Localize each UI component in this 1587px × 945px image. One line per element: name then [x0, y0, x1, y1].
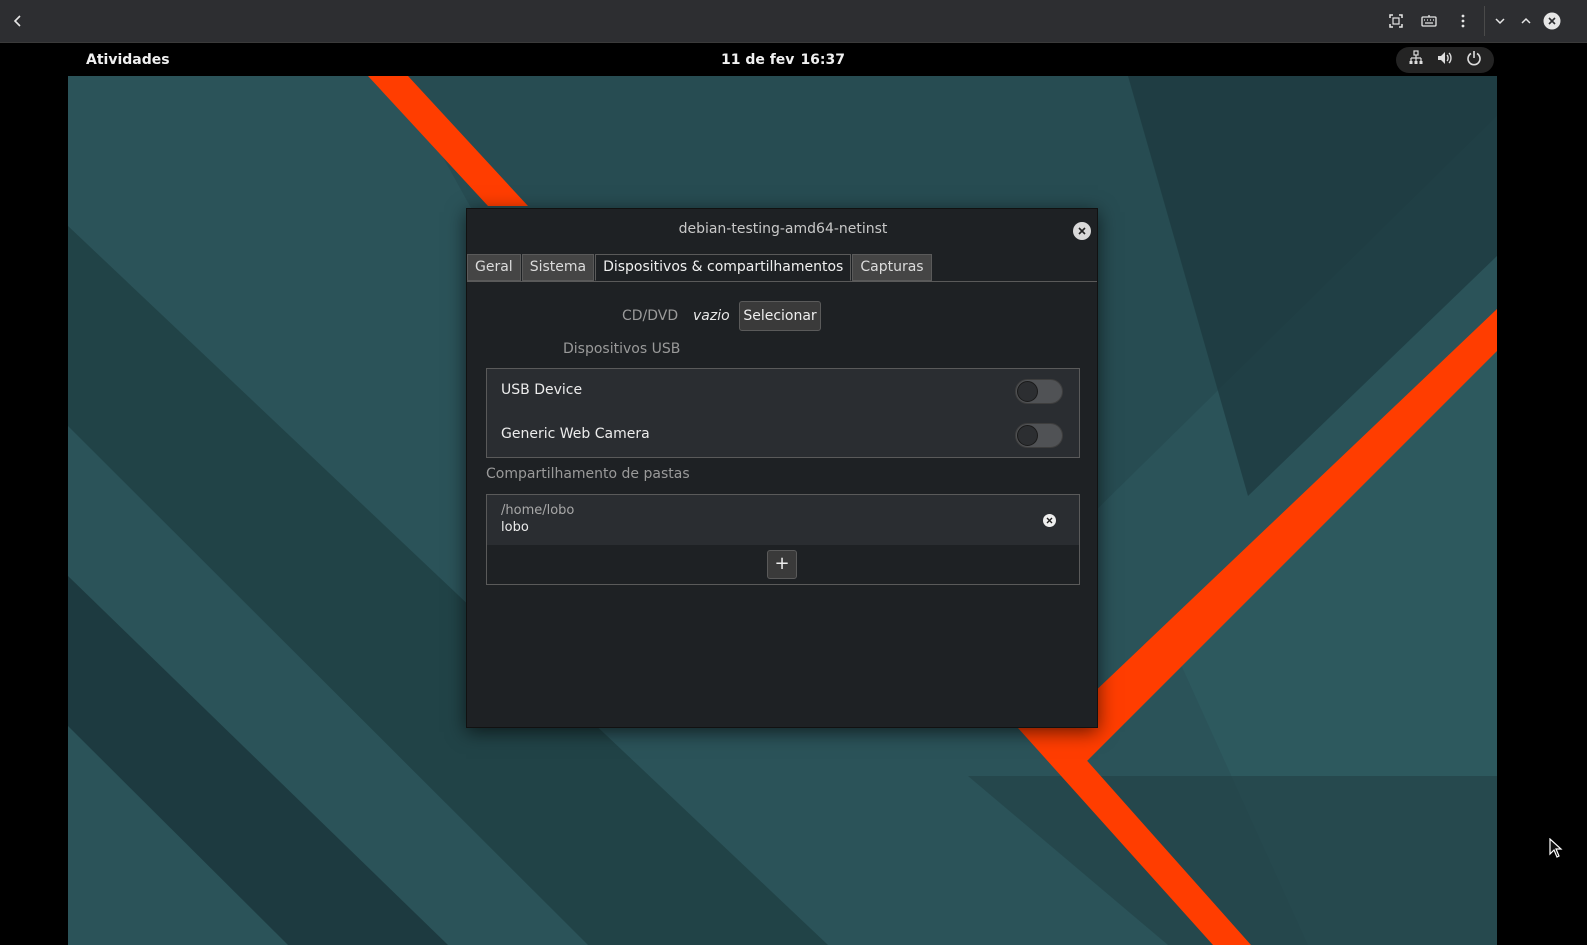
shared-folder-path: /home/lobo [501, 503, 575, 518]
webcam-toggle[interactable] [1015, 423, 1063, 448]
clock-date: 11 de fev [720, 52, 795, 68]
separator [1484, 6, 1485, 36]
gnome-top-bar: Atividades 11 de fev 16:37 [0, 44, 1587, 76]
volume-icon [1436, 50, 1454, 70]
usb-device-row: Generic Web Camera [487, 413, 1079, 457]
chevron-up-icon[interactable] [1513, 8, 1539, 34]
fullscreen-icon[interactable] [1383, 8, 1409, 34]
clock-time: 16:37 [800, 52, 846, 68]
dialog-title: debian-testing-amd64-netinst [678, 221, 888, 237]
clock[interactable]: 11 de fev 16:37 [0, 52, 1566, 68]
kebab-menu-icon[interactable] [1450, 8, 1476, 34]
cd-dvd-label: CD/DVD [622, 308, 679, 324]
tab-sistema[interactable]: Sistema [521, 254, 595, 281]
add-folder-button[interactable]: + [767, 550, 797, 579]
system-tray[interactable] [1396, 47, 1494, 73]
tab-bar: Geral Sistema Dispositivos & compartilha… [467, 254, 933, 282]
close-icon[interactable] [1539, 8, 1565, 34]
select-cd-button[interactable]: Selecionar [739, 301, 821, 331]
shared-folder-row[interactable]: /home/lobo lobo [487, 495, 1079, 545]
tab-capturas[interactable]: Capturas [852, 254, 932, 281]
close-icon[interactable] [1073, 222, 1091, 240]
toggle-knob [1017, 381, 1038, 402]
power-icon [1466, 50, 1482, 70]
network-icon [1408, 50, 1424, 70]
shared-folders-list: /home/lobo lobo + [486, 494, 1080, 585]
tab-dispositivos[interactable]: Dispositivos & compartilhamentos [595, 254, 852, 281]
usb-device-list: USB Device Generic Web Camera [486, 368, 1080, 458]
vm-properties-dialog: debian-testing-amd64-netinst Geral Siste… [466, 208, 1098, 728]
usb-device-name: USB Device [501, 382, 583, 398]
usb-device-name: Generic Web Camera [501, 426, 650, 442]
back-arrow-icon[interactable] [5, 8, 31, 34]
tabs-divider [467, 281, 1097, 282]
usb-devices-label: Dispositivos USB [563, 341, 681, 357]
usb-device-toggle[interactable] [1015, 379, 1063, 404]
mouse-cursor-icon [1549, 837, 1563, 862]
keyboard-icon[interactable] [1416, 8, 1442, 34]
chevron-down-icon[interactable] [1487, 8, 1513, 34]
shared-folder-name: lobo [501, 520, 529, 535]
remove-folder-icon[interactable] [1043, 514, 1056, 527]
folder-sharing-label: Compartilhamento de pastas [486, 466, 690, 482]
host-window-bar [0, 0, 1587, 43]
cd-dvd-value: vazio [693, 308, 730, 324]
usb-device-row: USB Device [487, 369, 1079, 413]
tab-geral[interactable]: Geral [467, 254, 521, 281]
toggle-knob [1017, 425, 1038, 446]
